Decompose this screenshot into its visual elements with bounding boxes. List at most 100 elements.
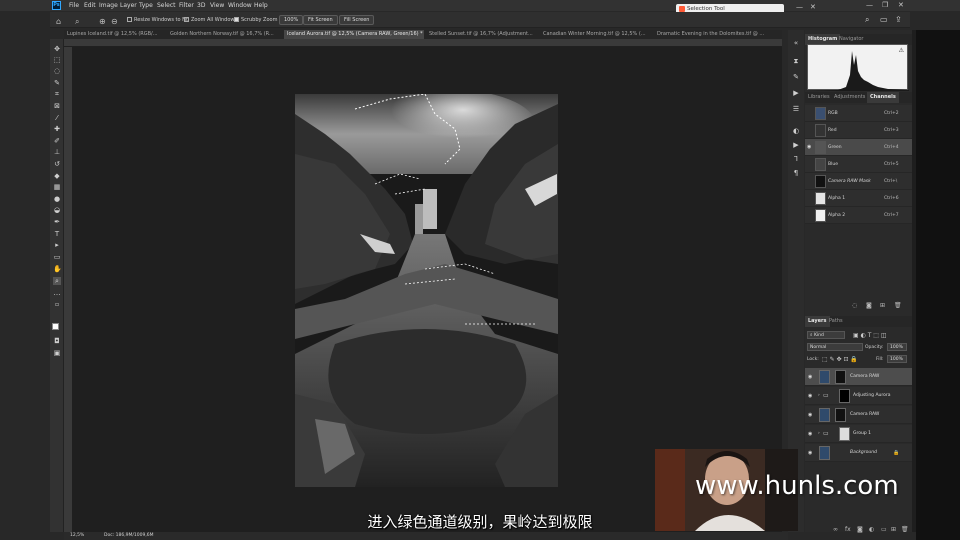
photoshop-logo[interactable]: Ps: [52, 1, 61, 10]
tab-paths[interactable]: Paths: [826, 316, 846, 327]
fill-screen-button[interactable]: Fill Screen: [339, 15, 375, 25]
tab-golden-northern[interactable]: Golden Northern Norway.tif @ 16,7% (R...: [167, 30, 282, 39]
channel-rgb[interactable]: RGB Ctrl+2: [805, 105, 912, 122]
blur-tool-icon[interactable]: ●: [53, 195, 61, 203]
zoom-out-icon[interactable]: ⊖: [111, 14, 118, 30]
character-icon[interactable]: Ꞁ: [791, 154, 801, 164]
filter-icons[interactable]: ▣ ◐ T ⬚ ◫: [853, 330, 887, 341]
history-icon[interactable]: ⧗: [791, 56, 801, 66]
minimize-video-icon[interactable]: —: [796, 3, 803, 11]
channel-blue[interactable]: Blue Ctrl+5: [805, 156, 912, 173]
eye-icon[interactable]: ◉: [808, 425, 812, 443]
actions-icon[interactable]: ▶: [791, 88, 801, 98]
scrubby-zoom-option[interactable]: Scrubby Zoom: [234, 12, 277, 28]
tab-channels[interactable]: Channels: [867, 92, 899, 103]
resize-windows-option[interactable]: Resize Windows to Fit: [127, 12, 188, 28]
menu-window[interactable]: Window: [228, 0, 252, 11]
lasso-tool-icon[interactable]: ◌: [53, 67, 61, 75]
tab-canadian-winter[interactable]: Canadian Winter Morning.tif @ 12,5% (...: [540, 30, 652, 39]
menu-3d[interactable]: 3D: [197, 0, 205, 11]
layer-adjusting-aurora[interactable]: ◉ › ▭ Adjusting Aurora: [805, 387, 912, 405]
path-select-icon[interactable]: ▸: [53, 241, 61, 249]
stamp-tool-icon[interactable]: ⊥: [53, 148, 61, 156]
save-selection-icon[interactable]: ◙: [866, 302, 872, 309]
expand-arrow-icon[interactable]: ›: [818, 387, 820, 405]
share-icon[interactable]: ⇪: [895, 12, 902, 28]
eye-icon[interactable]: ◉: [807, 139, 811, 156]
minimize-button[interactable]: —: [866, 0, 873, 11]
tab-adjustments[interactable]: Adjustments: [831, 92, 868, 103]
zoom-all-checkbox[interactable]: [184, 17, 189, 22]
hand-tool-icon[interactable]: ✋: [53, 265, 62, 273]
doc-size[interactable]: Doc: 186,9M/1009,6M: [104, 532, 154, 540]
gradient-tool-icon[interactable]: ▦: [53, 183, 61, 191]
zoom-in-icon[interactable]: ⊕: [99, 14, 106, 30]
resize-checkbox[interactable]: [127, 17, 132, 22]
zoom-tool-active-icon[interactable]: ⌕: [53, 277, 61, 285]
lock-icon[interactable]: 🔒: [893, 444, 899, 462]
pen-tool-icon[interactable]: ✒: [53, 218, 61, 226]
channel-green[interactable]: ◉ Green Ctrl+4: [805, 139, 912, 156]
menu-filter[interactable]: Filter: [179, 0, 194, 11]
opacity-field[interactable]: 100%: [887, 343, 907, 351]
quick-mask-icon[interactable]: ◘: [53, 337, 61, 345]
more-tools-icon[interactable]: …: [53, 289, 61, 297]
play-icon[interactable]: ▶: [791, 140, 801, 150]
channel-red[interactable]: Red Ctrl+3: [805, 122, 912, 139]
rectangle-tool-icon[interactable]: ▭: [53, 253, 61, 261]
dodge-tool-icon[interactable]: ◒: [53, 206, 61, 214]
expand-arrow-icon[interactable]: ›: [818, 425, 820, 443]
channel-alpha-2[interactable]: Alpha 2 Ctrl+7: [805, 207, 912, 224]
fill-field[interactable]: 100%: [887, 355, 907, 363]
menu-file[interactable]: File: [69, 0, 79, 11]
close-button[interactable]: ✕: [898, 0, 904, 11]
expand-panels-icon[interactable]: «: [791, 38, 801, 48]
frame-tool-icon[interactable]: ⊠: [53, 102, 61, 110]
healing-brush-icon[interactable]: ✚: [53, 125, 61, 133]
scrubby-zoom-checkbox[interactable]: [234, 17, 239, 22]
marquee-tool-icon[interactable]: ⬚: [53, 56, 61, 64]
fx-icon[interactable]: fx: [845, 526, 851, 533]
layer-group-1[interactable]: ◉ › ▭ Group 1: [805, 425, 912, 443]
menu-type[interactable]: Type: [139, 0, 153, 11]
properties-icon[interactable]: ☰: [791, 104, 801, 114]
new-group-icon[interactable]: ▭: [881, 526, 887, 533]
tab-lupines[interactable]: Lupines Iceland.tif @ 12,5% (RGB/...: [64, 30, 164, 39]
eyedropper-icon[interactable]: ⁄: [53, 114, 61, 122]
brush-settings-icon[interactable]: ✎: [791, 72, 801, 82]
edit-toolbar-icon[interactable]: ▫: [53, 301, 61, 309]
menu-select[interactable]: Select: [157, 0, 176, 11]
add-mask-icon[interactable]: ◙: [857, 526, 863, 533]
delete-layer-icon[interactable]: 🗑: [901, 526, 909, 533]
tab-libraries[interactable]: Libraries: [805, 92, 833, 103]
zoom-tool-icon[interactable]: ⌕: [75, 14, 79, 30]
close-video-icon[interactable]: ✕: [810, 3, 816, 11]
home-icon[interactable]: ⌂: [56, 14, 61, 30]
maximize-button[interactable]: ❐: [882, 0, 888, 11]
fit-screen-button[interactable]: Fit Screen: [303, 15, 338, 25]
move-tool-icon[interactable]: ✥: [53, 45, 61, 53]
crop-tool-icon[interactable]: ⌗: [53, 90, 61, 98]
zoom-percent-field[interactable]: 100%: [279, 15, 304, 25]
new-layer-icon[interactable]: ⊞: [891, 526, 896, 533]
search-icon[interactable]: ⌕: [865, 12, 869, 28]
channel-alpha-1[interactable]: Alpha 1 Ctrl+6: [805, 190, 912, 207]
adjustment-layer-icon[interactable]: ◐: [869, 526, 874, 533]
menu-layer[interactable]: Layer: [120, 0, 137, 11]
channel-camera-raw-mask[interactable]: Camera RAW Mask Ctrl+\: [805, 173, 912, 190]
eraser-tool-icon[interactable]: ◆: [53, 172, 61, 180]
load-selection-icon[interactable]: ◌: [852, 302, 857, 309]
menu-view[interactable]: View: [210, 0, 224, 11]
link-layers-icon[interactable]: ∞: [833, 526, 838, 533]
eye-icon[interactable]: ◉: [808, 444, 812, 462]
tab-iceland-aurora[interactable]: Iceland Aurora.tif @ 12,5% (Camera RAW, …: [284, 30, 424, 39]
workspace-icon[interactable]: ▭: [880, 12, 888, 28]
new-channel-icon[interactable]: ⊞: [880, 302, 885, 309]
adjustments-icon[interactable]: ◐: [791, 126, 801, 136]
screen-mode-icon[interactable]: ▣: [53, 349, 61, 357]
layer-background[interactable]: ◉ Background 🔒: [805, 444, 912, 462]
delete-channel-icon[interactable]: 🗑: [894, 302, 902, 309]
paragraph-icon[interactable]: ¶: [791, 168, 801, 178]
layer-camera-raw[interactable]: ◉ Camera RAW: [805, 406, 912, 424]
eye-icon[interactable]: ◉: [808, 368, 812, 386]
